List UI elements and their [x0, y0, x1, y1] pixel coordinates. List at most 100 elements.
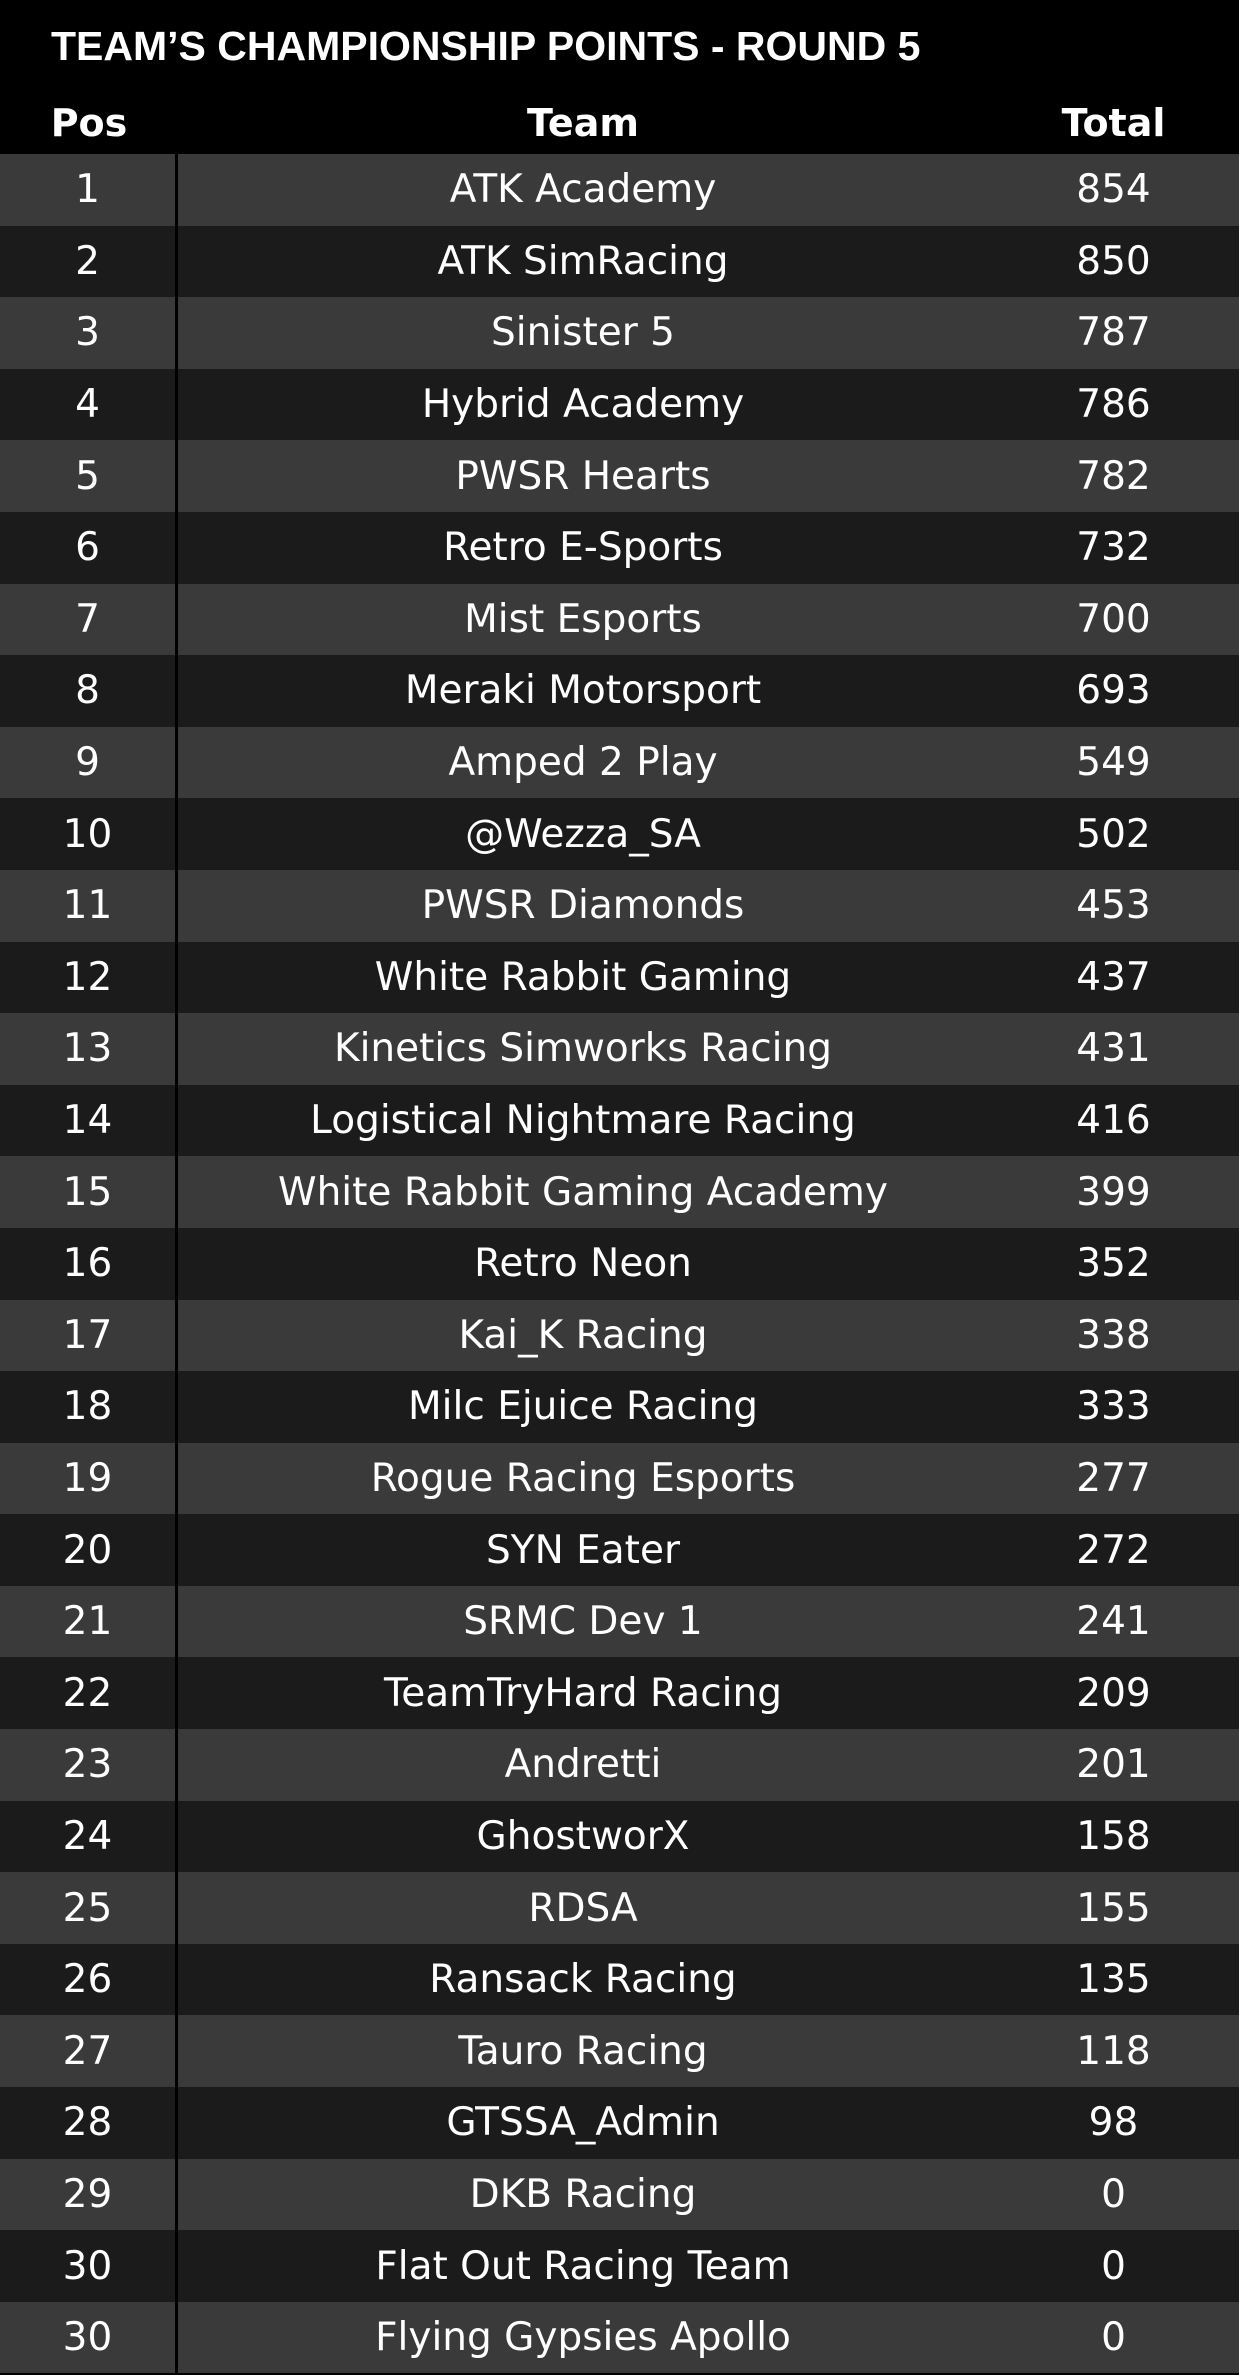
cell-pos: 10	[0, 798, 178, 870]
cell-total: 549	[1076, 740, 1151, 786]
table-row: 8 Meraki Motorsport 693	[0, 655, 1239, 727]
cell-pos: 14	[0, 1084, 178, 1157]
cell-total: 118	[1076, 2028, 1151, 2074]
page-title: TEAM’S CHAMPIONSHIP POINTS - ROUND 5	[51, 22, 921, 69]
cell-team: GTSSA_Admin	[446, 2100, 720, 2146]
cell-team: Kinetics Simworks Racing	[334, 1026, 832, 1072]
table-row: 19 Rogue Racing Esports 277	[0, 1442, 1239, 1515]
table-row: 30 Flat Out Racing Team 0	[0, 2230, 1239, 2302]
cell-team: White Rabbit Gaming	[374, 954, 792, 1000]
table-row: 17 Kai_K Racing 338	[0, 1299, 1239, 1372]
cell-total: 453	[1076, 883, 1151, 929]
cell-team: @Wezza_SA	[465, 811, 701, 857]
cell-pos: 12	[0, 941, 178, 1014]
cell-pos: 28	[0, 2087, 178, 2159]
cell-pos: 21	[0, 1585, 178, 1658]
table-row: 1 ATK Academy 854	[0, 154, 1239, 226]
cell-team: Tauro Racing	[458, 2028, 708, 2074]
table-row: 7 Mist Esports 700	[0, 583, 1239, 656]
cell-team: Meraki Motorsport	[404, 668, 762, 714]
cell-team: Hybrid Academy	[421, 382, 745, 428]
cell-team: Amped 2 Play	[448, 740, 718, 786]
table-row: 11 PWSR Diamonds 453	[0, 869, 1239, 942]
cell-total: 850	[1076, 238, 1151, 284]
cell-total: 854	[1076, 167, 1151, 213]
cell-team: Flat Out Racing Team	[375, 2243, 791, 2289]
cell-pos: 18	[0, 1371, 178, 1443]
cell-pos: 20	[0, 1514, 178, 1586]
cell-total: 437	[1076, 954, 1151, 1000]
table-row: 24 GhostworX 158	[0, 1800, 1239, 1873]
cell-pos: 11	[0, 869, 178, 942]
cell-team: GhostworX	[476, 1813, 690, 1859]
cell-total: 502	[1076, 811, 1151, 857]
cell-team: Milc Ejuice Racing	[408, 1384, 758, 1430]
cell-total: 158	[1076, 1813, 1151, 1859]
cell-total: 782	[1076, 453, 1151, 499]
cell-total: 787	[1076, 310, 1151, 356]
cell-team: PWSR Hearts	[455, 453, 711, 499]
cell-total: 135	[1076, 1957, 1151, 2003]
cell-pos: 30	[0, 2301, 178, 2374]
cell-pos: 29	[0, 2158, 178, 2231]
cell-pos: 9	[0, 726, 178, 799]
cell-total: 732	[1076, 525, 1151, 571]
cell-total: 0	[1101, 2171, 1126, 2217]
cell-team: RDSA	[528, 1885, 638, 1931]
standings-table: 1 ATK Academy 854 2 ATK SimRacing 850 3 Siniste…	[0, 154, 1239, 2374]
cell-pos: 5	[0, 440, 178, 512]
cell-pos: 13	[0, 1013, 178, 1085]
cell-team: Retro E-Sports	[443, 525, 723, 571]
cell-total: 98	[1088, 2100, 1139, 2146]
cell-total: 0	[1101, 2315, 1126, 2361]
table-row: 23 Andretti 201	[0, 1729, 1239, 1801]
cell-pos: 8	[0, 655, 178, 727]
cell-team: Andretti	[504, 1742, 662, 1788]
cell-total: 277	[1076, 1455, 1151, 1501]
table-row: 25 RDSA 155	[0, 1872, 1239, 1944]
column-header-pos: Pos	[50, 101, 128, 145]
cell-team: Kai_K Racing	[458, 1312, 708, 1358]
cell-pos: 27	[0, 2015, 178, 2088]
cell-pos: 7	[0, 583, 178, 656]
cell-team: SYN Eater	[485, 1527, 680, 1573]
cell-pos: 16	[0, 1227, 178, 1300]
table-row: 12 White Rabbit Gaming 437	[0, 941, 1239, 1014]
column-header-team: Team	[527, 101, 639, 145]
cell-total: 241	[1076, 1599, 1151, 1645]
cell-team: Rogue Racing Esports	[370, 1455, 796, 1501]
cell-total: 338	[1076, 1312, 1151, 1358]
cell-total: 352	[1076, 1241, 1151, 1287]
table-row: 10 @Wezza_SA 502	[0, 798, 1239, 870]
cell-pos: 19	[0, 1442, 178, 1515]
cell-pos: 4	[0, 368, 178, 441]
table-row: 15 White Rabbit Gaming Academy 399	[0, 1156, 1239, 1228]
cell-pos: 1	[0, 154, 178, 226]
cell-pos: 30	[0, 2230, 178, 2302]
table-row: 13 Kinetics Simworks Racing 431	[0, 1013, 1239, 1085]
cell-team: DKB Racing	[469, 2171, 697, 2217]
cell-pos: 3	[0, 297, 178, 369]
table-row: 30 Flying Gypsies Apollo 0	[0, 2301, 1239, 2374]
cell-team: Flying Gypsies Apollo	[375, 2315, 791, 2361]
table-row: 20 SYN Eater 272	[0, 1514, 1239, 1586]
column-header-total: Total	[1061, 101, 1166, 145]
cell-pos: 24	[0, 1800, 178, 1873]
cell-total: 700	[1076, 596, 1151, 642]
cell-team: Ransack Racing	[429, 1957, 737, 2003]
table-row: 28 GTSSA_Admin 98	[0, 2087, 1239, 2159]
table-row: 21 SRMC Dev 1 241	[0, 1585, 1239, 1658]
table-row: 27 Tauro Racing 118	[0, 2015, 1239, 2088]
table-header: Pos Team Total	[0, 92, 1239, 154]
cell-pos: 22	[0, 1657, 178, 1730]
cell-pos: 15	[0, 1156, 178, 1228]
cell-pos: 2	[0, 225, 178, 298]
cell-total: 201	[1076, 1742, 1151, 1788]
table-row: 14 Logistical Nightmare Racing 416	[0, 1084, 1239, 1157]
table-row: 9 Amped 2 Play 549	[0, 726, 1239, 799]
cell-total: 272	[1076, 1527, 1151, 1573]
cell-pos: 17	[0, 1299, 178, 1372]
table-row: 29 DKB Racing 0	[0, 2158, 1239, 2231]
cell-total: 333	[1076, 1384, 1151, 1430]
cell-pos: 26	[0, 1943, 178, 2016]
